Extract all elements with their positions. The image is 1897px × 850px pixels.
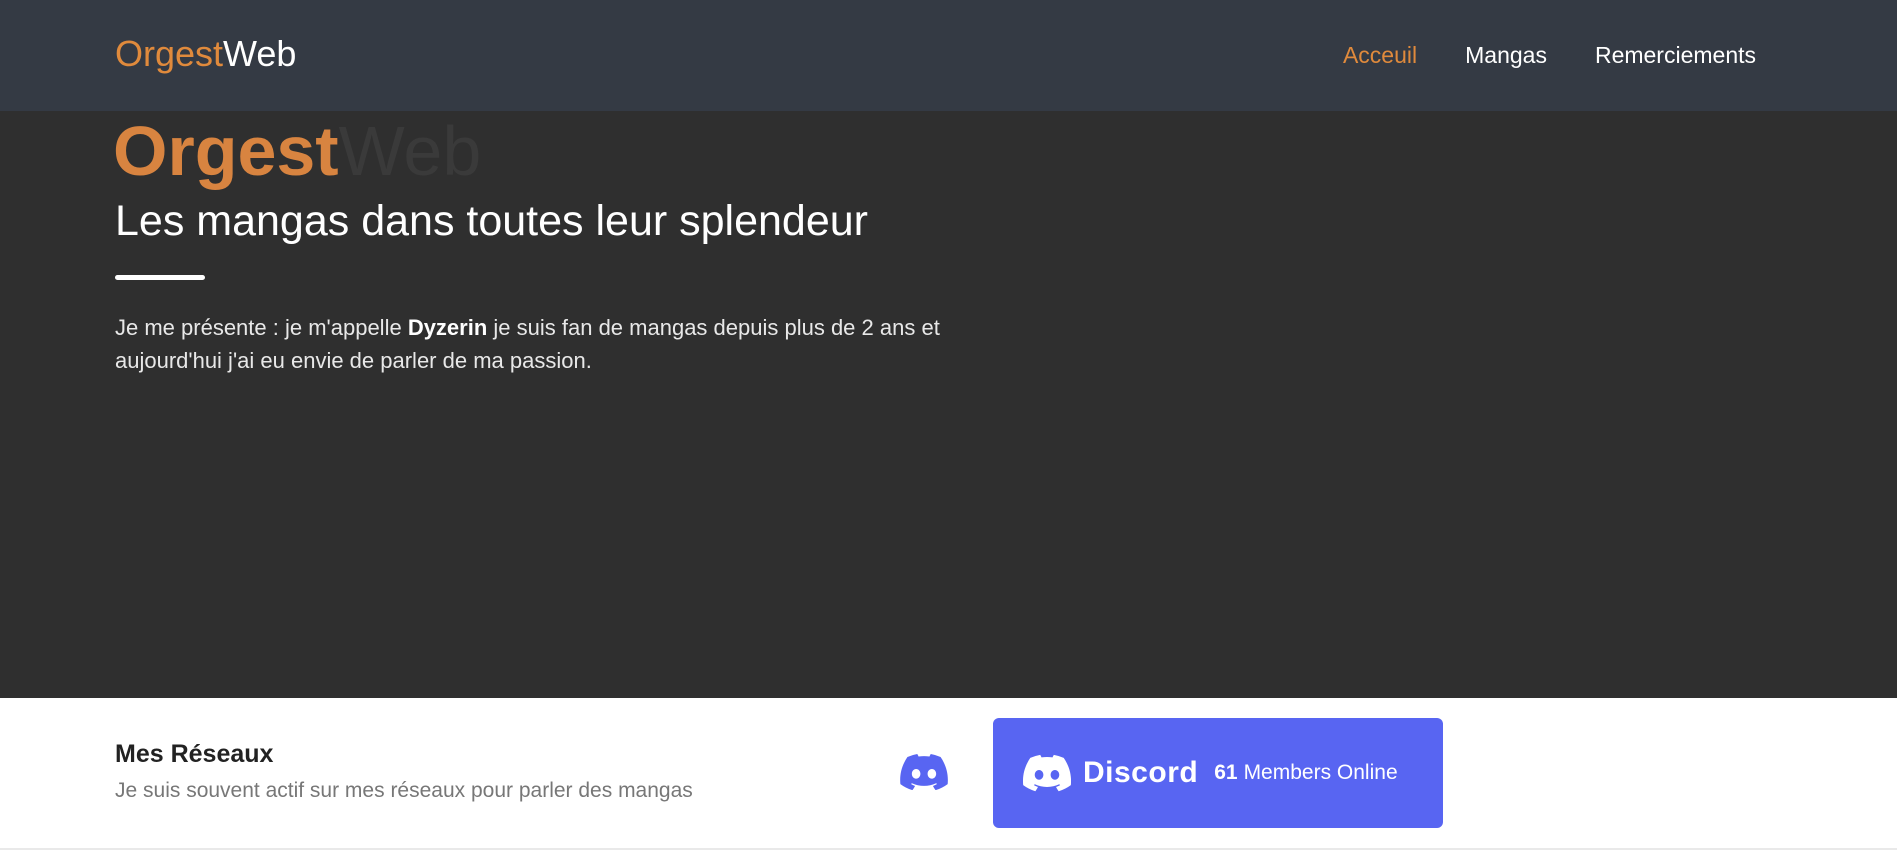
brand-accent: Orgest: [115, 33, 224, 74]
socials-title: Mes Réseaux: [115, 740, 274, 768]
hero-subtitle: Les mangas dans toutes leur splendeur: [115, 197, 868, 245]
hero-section: OrgestWeb Les mangas dans toutes leur sp…: [0, 111, 1897, 698]
socials-subtitle: Je suis souvent actif sur mes réseaux po…: [115, 779, 693, 802]
navbar: OrgestWeb Acceuil Mangas Remerciements: [0, 0, 1897, 111]
discord-wordmark: Discord: [1083, 756, 1199, 789]
hero-title-accent: Orgest: [113, 112, 339, 190]
intro-before: Je me présente : je m'appelle: [115, 315, 408, 340]
brand-logo[interactable]: OrgestWeb: [115, 32, 296, 76]
hero-title: OrgestWeb: [113, 109, 481, 193]
nav-link-mangas[interactable]: Mangas: [1465, 38, 1547, 72]
brand-rest: Web: [223, 33, 297, 74]
discord-widget[interactable]: Discord 61 Members Online: [993, 718, 1443, 828]
hero-intro: Je me présente : je m'appelle Dyzerin je…: [115, 311, 975, 377]
intro-name: Dyzerin: [407, 315, 488, 340]
hero-divider: [115, 275, 205, 280]
nav-links: Acceuil Mangas Remerciements: [1343, 38, 1756, 72]
discord-logo-icon: [1023, 754, 1071, 792]
nav-link-remerciements[interactable]: Remerciements: [1595, 38, 1756, 72]
discord-icon-svg: [900, 754, 948, 791]
discord-member-count: 61: [1214, 761, 1238, 784]
discord-icon[interactable]: [900, 754, 948, 791]
socials-section: Mes Réseaux Je suis souvent actif sur me…: [0, 698, 1897, 850]
nav-link-acceuil[interactable]: Acceuil: [1343, 38, 1417, 72]
hero-title-rest: Web: [338, 112, 482, 190]
discord-online-label: Members Online: [1243, 761, 1398, 784]
